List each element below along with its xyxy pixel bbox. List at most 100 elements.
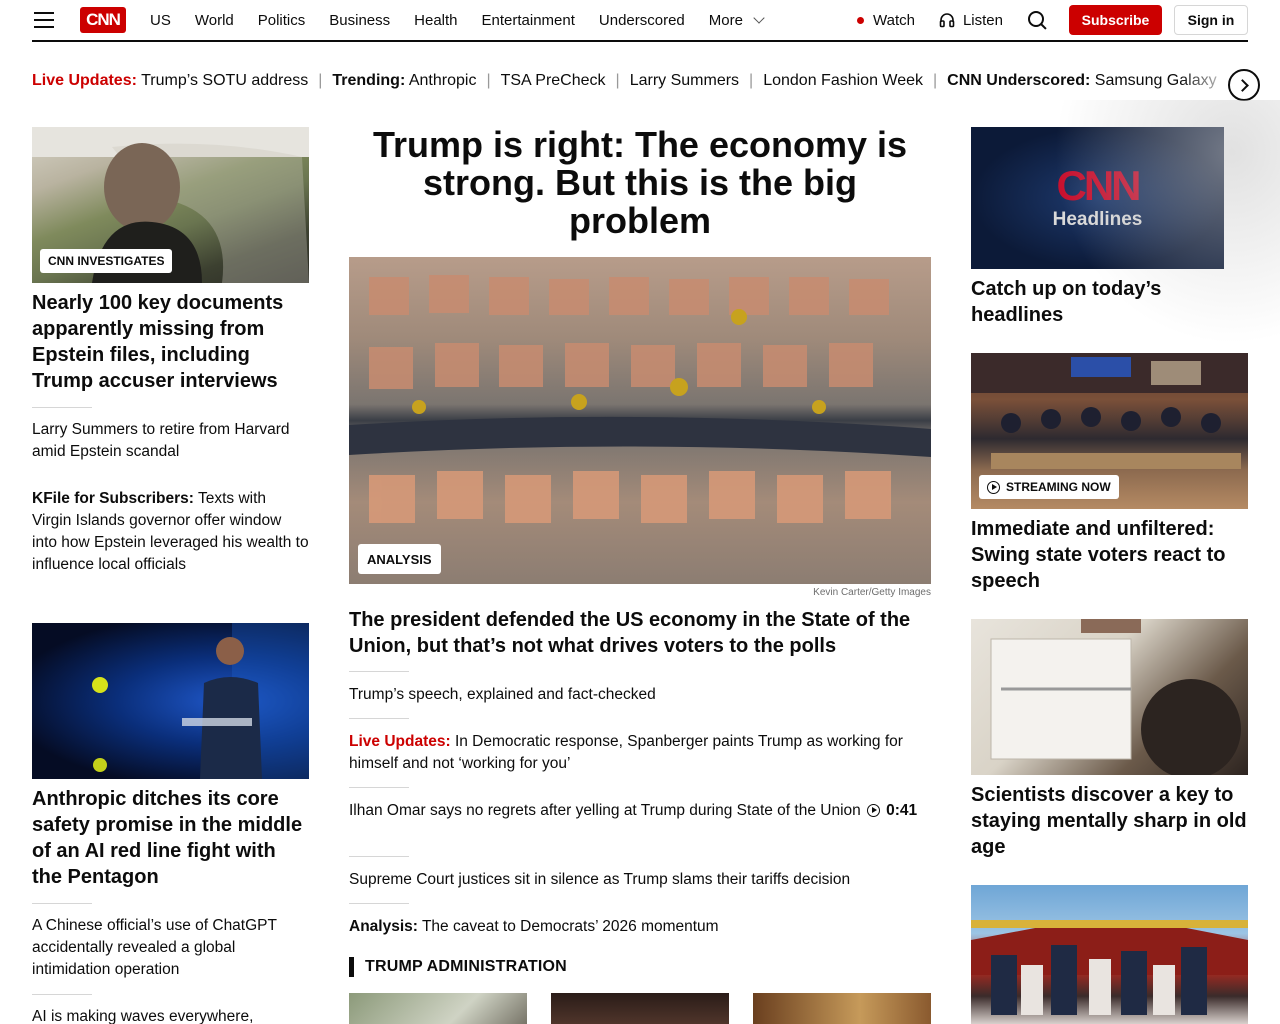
divider [32,994,92,995]
aerial-houses-illustration [349,275,931,523]
chatgpt-link[interactable]: A Chinese official’s use of ChatGPT acci… [32,915,309,981]
speech-factcheck-link[interactable]: Trump’s speech, explained and fact-check… [349,684,931,706]
caveat-link[interactable]: Analysis: The caveat to Democrats’ 2026 … [349,916,931,938]
ticker-separator: | [318,72,323,89]
watch-link[interactable]: Watch [857,12,915,29]
divider [349,671,409,672]
header-actions: Watch Listen Subscribe Sign in [857,0,1248,40]
cnn-headlines-image[interactable]: CNN Headlines [971,127,1224,269]
headlines-story-headline[interactable]: Catch up on today’s headlines [971,276,1248,328]
nav-underscored[interactable]: Underscored [599,12,685,29]
ticker-next-button[interactable] [1228,69,1260,101]
ticker-separator: | [486,72,491,89]
divider [349,718,409,719]
palace-illustration [971,920,1248,1015]
nav-entertainment[interactable]: Entertainment [482,12,575,29]
nav-health[interactable]: Health [414,12,457,29]
photo-credit: Kevin Carter/Getty Images [813,587,931,598]
omar-link[interactable]: Ilhan Omar says no regrets after yelling… [349,800,931,822]
kfile-label: KFile for Subscribers: [32,490,194,507]
lead-story-image[interactable]: ANALYSIS [349,257,931,584]
subscribe-button[interactable]: Subscribe [1069,5,1162,35]
headlines-wordmark: Headlines [1052,209,1143,230]
spanberger-link[interactable]: Live Updates: In Democratic response, Sp… [349,731,931,775]
science-story-image[interactable] [971,619,1248,775]
ticker-separator: | [749,72,754,89]
ticker-item[interactable]: London Fashion Week [763,72,923,90]
nav-business[interactable]: Business [329,12,390,29]
listen-label: Listen [962,11,1003,29]
divider [32,903,92,904]
anthropic-story-image[interactable] [32,623,309,779]
ticker-item[interactable]: Trending: Anthropic [332,72,476,90]
top-header: CNN US World Politics Business Health En… [32,0,1248,42]
divider [349,787,409,788]
sign-in-button[interactable]: Sign in [1174,5,1248,35]
science-story-headline[interactable]: Scientists discover a key to staying men… [971,782,1248,860]
ticker-text: London Fashion Week [763,72,924,89]
china-story-image[interactable] [971,885,1248,1024]
voters-story-image[interactable]: STREAMING NOW [971,353,1248,509]
epstein-story-image[interactable]: CNN INVESTIGATES [32,127,309,283]
streaming-now-label: STREAMING NOW [1006,480,1111,494]
play-icon [987,480,1000,494]
listen-link[interactable]: Listen [939,12,1003,29]
video-duration: 0:41 [886,802,918,819]
trump-admin-thumb-1[interactable] [349,993,527,1024]
lead-headline[interactable]: Trump is right: The economy is strong. B… [349,126,931,240]
ticker-label-live: Live Updates: [32,72,137,89]
menu-icon[interactable] [34,12,54,28]
ticker-label: CNN Underscored: [947,72,1091,89]
voters-story-headline[interactable]: Immediate and unfiltered: Swing state vo… [971,516,1248,594]
analysis-label: Analysis: [349,918,418,935]
nav-politics[interactable]: Politics [258,12,306,29]
cnn-investigates-badge: CNN INVESTIGATES [40,249,173,273]
trump-admin-thumb-2[interactable] [551,993,729,1024]
ticker-text: Larry Summers [629,72,740,89]
nav-us[interactable]: US [150,12,171,29]
nav-world[interactable]: World [195,12,234,29]
ticker-text: TSA PreCheck [500,72,606,89]
headphones-icon [939,13,955,28]
ai-waves-link[interactable]: AI is making waves everywhere, [32,1006,309,1024]
anthropic-headline[interactable]: Anthropic ditches its core safety promis… [32,786,309,890]
divider [349,903,409,904]
epstein-headline[interactable]: Nearly 100 key documents apparently miss… [32,290,309,394]
trump-admin-thumb-3[interactable] [753,993,931,1024]
supreme-court-link[interactable]: Supreme Court justices sit in silence as… [349,869,931,891]
summers-link[interactable]: Larry Summers to retire from Harvard ami… [32,419,309,463]
chevron-down-icon [753,12,765,24]
divider [32,407,92,408]
analysis-badge: ANALYSIS [358,544,441,574]
ticker-item[interactable]: Larry Summers [630,72,739,90]
main-nav: US World Politics Business Health Entert… [150,12,709,29]
ticker-separator: | [933,72,938,89]
search-icon[interactable] [1027,10,1047,30]
ticker-separator: | [615,72,620,89]
play-icon [867,804,881,817]
ticker-item[interactable]: TSA PreCheck [501,72,606,90]
ticker-item[interactable]: Live Updates: Trump’s SOTU address [32,72,308,90]
section-title-trump-administration: TRUMP ADMINISTRATION [349,957,567,977]
speaker-illustration [92,623,309,779]
divider [349,856,409,857]
lead-subhead[interactable]: The president defended the US economy in… [349,607,931,659]
cnn-logo[interactable]: CNN [80,7,126,33]
binder-illustration [990,619,1241,775]
ticker-item[interactable]: CNN Underscored: Samsung Galaxy [947,72,1216,90]
caveat-text: The caveat to Democrats’ 2026 momentum [417,918,719,935]
ticker-label: Trending: [332,72,406,89]
omar-text: Ilhan Omar says no regrets after yelling… [349,802,866,819]
ticker-text: Anthropic [408,72,477,89]
nav-more-label: More [708,11,743,29]
chevron-right-icon [1236,78,1249,92]
watch-label: Watch [873,11,915,29]
kfile-link[interactable]: KFile for Subscribers: Texts with Virgin… [32,488,309,576]
cnn-headlines-logo: CNN [1056,162,1142,209]
ticker-text: Trump’s SOTU address [141,72,309,89]
streaming-now-badge: STREAMING NOW [979,475,1119,499]
trending-ticker: Live Updates: Trump’s SOTU address | Trend… [32,72,1248,96]
live-dot-icon [857,16,865,24]
nav-more[interactable]: More [708,11,765,29]
live-updates-label: Live Updates: [349,733,451,750]
